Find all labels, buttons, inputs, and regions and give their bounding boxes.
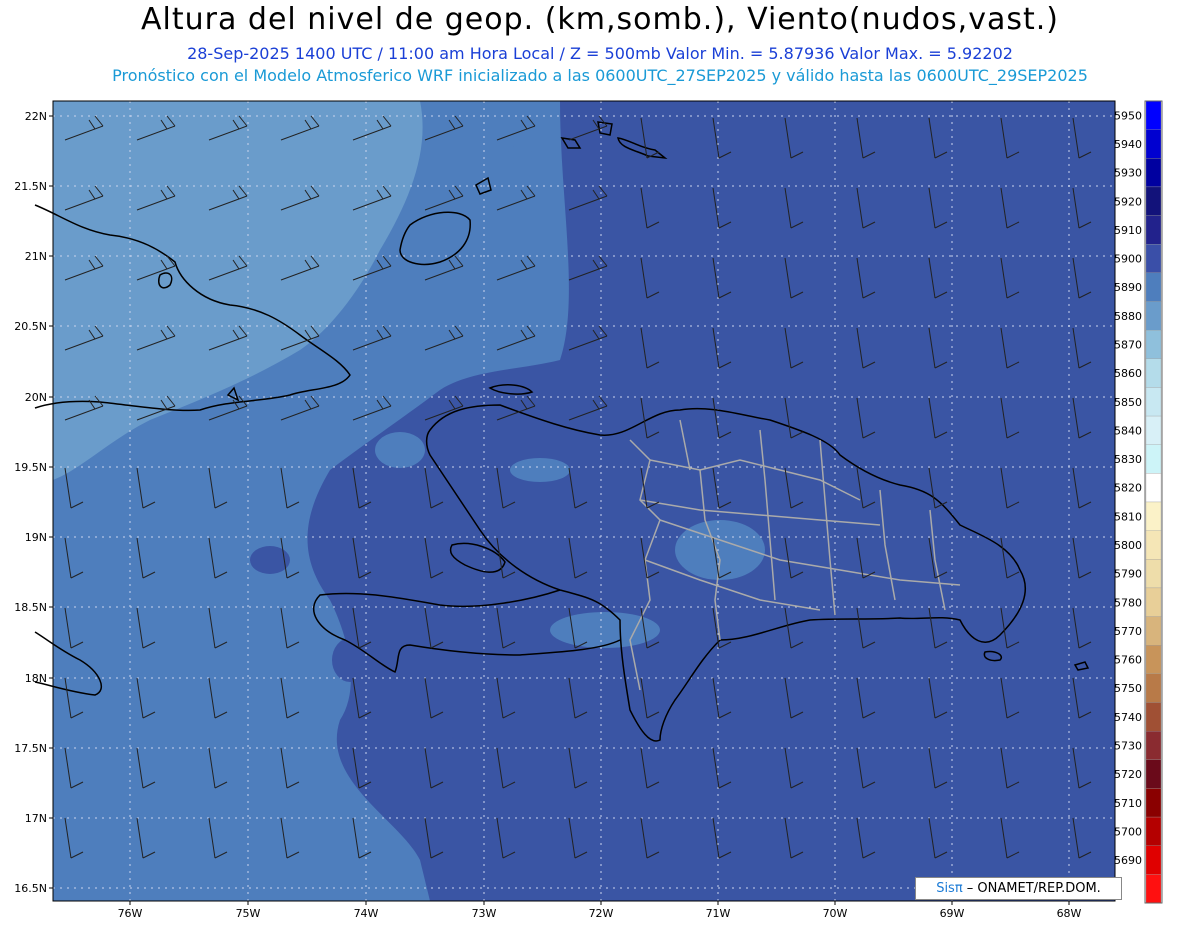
latitude-labels: 22N 21.5N 21N 20.5N 20N 19.5N 19N 18.5N 18N 17.5N… [14,110,53,895]
legend-label: 5930 [1114,167,1142,180]
geopotential-field [53,101,1115,901]
legend-swatch [1145,816,1162,846]
lat-label: 19N [25,531,47,544]
legend-swatch [1145,616,1162,646]
lat-label: 19.5N [14,461,47,474]
legend-swatch [1145,329,1162,359]
lon-label: 75W [236,907,261,920]
sispi-logo-text: Sisπ [936,881,963,896]
legend-swatch [1145,702,1162,732]
legend-swatch [1145,244,1162,274]
legend-swatch [1145,100,1162,130]
onamet-credit: Sisπ – ONAMET/REP.DOM. [915,877,1122,900]
legend-label: 5870 [1114,338,1142,351]
legend-label: 5710 [1114,797,1142,810]
lat-label: 16.5N [14,882,47,895]
legend-swatch [1145,559,1162,589]
lat-label: 22N [25,110,47,123]
legend-swatch [1145,501,1162,531]
legend-label: 5850 [1114,396,1142,409]
legend-swatch [1145,272,1162,302]
legend-swatch [1145,874,1162,904]
lat-label: 21.5N [14,180,47,193]
legend-swatch [1145,186,1162,216]
legend-swatch [1145,473,1162,503]
lat-label: 21N [25,250,47,263]
lat-label: 18.5N [14,601,47,614]
legend-label: 5740 [1114,711,1142,724]
legend-label: 5840 [1114,424,1142,437]
legend-label: 5810 [1114,510,1142,523]
legend-swatch [1145,415,1162,445]
legend-label: 5880 [1114,310,1142,323]
lat-label: 17.5N [14,742,47,755]
lon-label: 73W [472,907,497,920]
legend-swatch [1145,845,1162,875]
lat-label: 20N [25,391,47,404]
color-legend: 5950 5940 5930 5920 5910 5900 5890 5880 5870 5860… [1114,100,1163,904]
legend-swatch [1145,301,1162,331]
legend-label: 5720 [1114,768,1142,781]
lat-label: 20.5N [14,320,47,333]
legend-label: 5890 [1114,281,1142,294]
legend-swatch [1145,358,1162,388]
lat-label: 18N [25,672,47,685]
legend-label: 5920 [1114,195,1142,208]
lon-label: 70W [823,907,848,920]
legend-swatch [1145,759,1162,789]
legend-swatch [1145,730,1162,760]
lon-label: 69W [940,907,965,920]
legend-label: 5700 [1114,825,1142,838]
credit-text: – ONAMET/REP.DOM. [962,881,1101,896]
forecast-map: 22N 21.5N 21N 20.5N 20N 19.5N 19N 18.5N 18N 17.5N… [14,100,1163,920]
legend-swatch [1145,530,1162,560]
lon-label: 71W [706,907,731,920]
lon-label: 76W [118,907,143,920]
longitude-labels: 76W 75W 74W 73W 72W 71W 70W 69W 68W [118,901,1082,920]
lon-label: 72W [589,907,614,920]
lon-label: 74W [354,907,379,920]
legend-label: 5760 [1114,654,1142,667]
legend-label: 5730 [1114,739,1142,752]
lon-label: 68W [1057,907,1082,920]
legend-label: 5940 [1114,138,1142,151]
legend-label: 5900 [1114,253,1142,266]
legend-swatch [1145,387,1162,417]
legend-label: 5800 [1114,539,1142,552]
legend-swatch [1145,788,1162,818]
legend-label: 5690 [1114,854,1142,867]
legend-swatch [1145,587,1162,617]
legend-label: 5820 [1114,482,1142,495]
legend-label: 5790 [1114,568,1142,581]
legend-label: 5950 [1114,109,1142,122]
legend-swatch [1145,215,1162,245]
legend-label: 5910 [1114,224,1142,237]
legend-swatch [1145,129,1162,159]
legend-label: 5860 [1114,367,1142,380]
legend-swatch [1145,444,1162,474]
legend-label: 5750 [1114,682,1142,695]
legend-label: 5780 [1114,596,1142,609]
legend-swatch [1145,645,1162,675]
legend-swatch [1145,673,1162,703]
legend-label: 5770 [1114,625,1142,638]
legend-label: 5830 [1114,453,1142,466]
lat-label: 17N [25,812,47,825]
legend-swatch [1145,158,1162,188]
